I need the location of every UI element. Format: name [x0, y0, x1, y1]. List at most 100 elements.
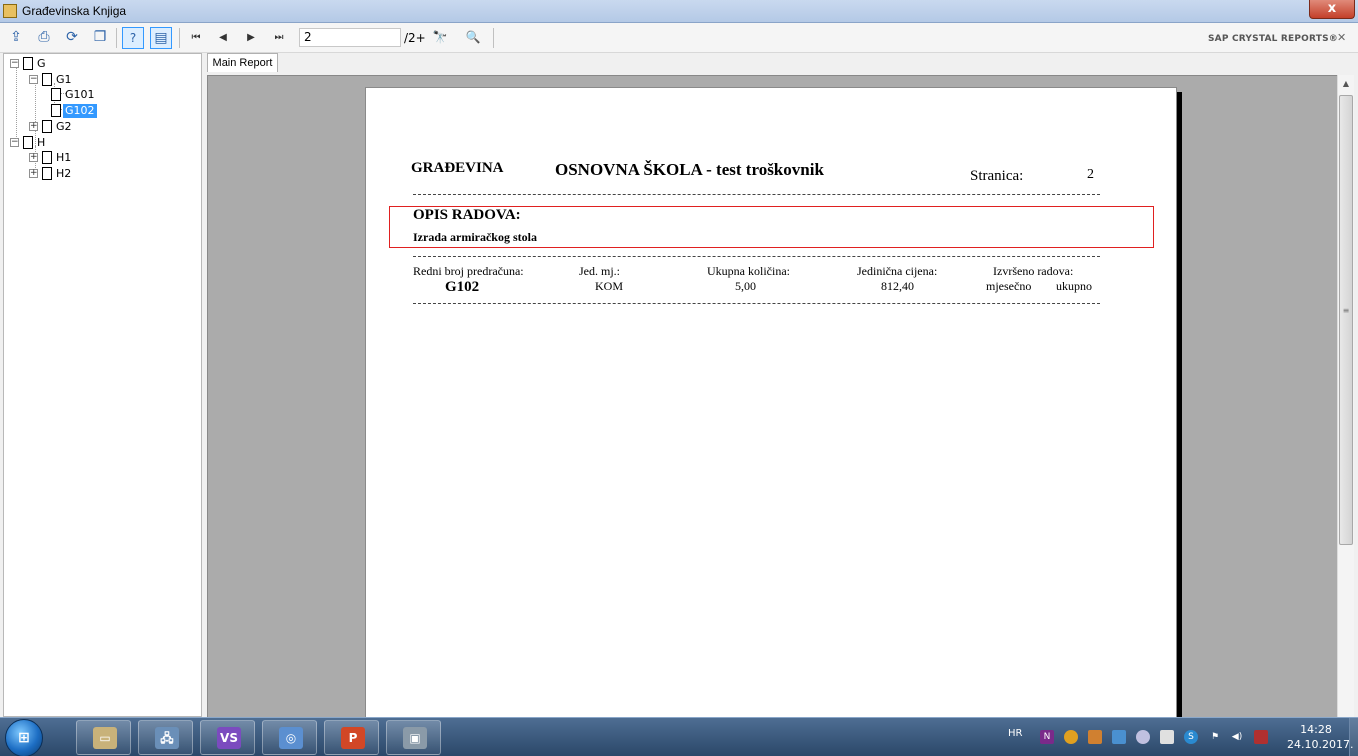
opis-text: Izrada armiračkog stola: [413, 230, 537, 244]
page-number-input[interactable]: 2: [299, 28, 401, 47]
tree-node[interactable]: + G2: [29, 119, 179, 135]
page-total: /2+: [404, 31, 426, 45]
collapse-icon[interactable]: −: [10, 59, 19, 68]
file-explorer-icon: ▭: [93, 727, 117, 749]
row-jedinicna-cijena: 812,40: [881, 279, 914, 293]
print-icon[interactable]: ⎙: [33, 27, 55, 49]
clock-time: 14:28: [1300, 723, 1332, 736]
help-icon[interactable]: ?: [122, 27, 144, 49]
collapse-icon[interactable]: −: [10, 137, 19, 147]
scroll-up-icon[interactable]: ▲: [1340, 78, 1352, 90]
flag-icon[interactable]: ⚑: [1208, 730, 1222, 744]
onenote-tray-icon[interactable]: N: [1040, 730, 1054, 744]
document-icon: [42, 72, 52, 86]
toolbar: ⇪ ⎙ ⟳ ❐ ? ▤ ⏮ ◀ ▶ ⏭ 2 /2+ 🔭 🔍 SAP CRYSTA…: [0, 23, 1358, 53]
media-app-taskbar[interactable]: ◎: [262, 720, 317, 755]
group-tree-icon[interactable]: ▤: [150, 27, 172, 49]
refresh-icon[interactable]: ⟳: [61, 27, 83, 49]
document-icon: [23, 135, 33, 149]
divider: [413, 194, 1100, 195]
tree-node-label[interactable]: G: [35, 57, 48, 71]
clock[interactable]: 14:28 24.10.2017.: [1287, 722, 1354, 752]
row-redni-broj: G102: [445, 279, 480, 295]
powerpoint-icon: P: [341, 727, 365, 749]
dropbox-tray-icon[interactable]: [1112, 730, 1126, 744]
tree-node-label[interactable]: H2: [54, 167, 73, 181]
tree-node-label[interactable]: G1: [54, 73, 74, 87]
start-button[interactable]: ⊞: [5, 719, 43, 756]
document-icon: [42, 119, 52, 133]
tray-icon[interactable]: [1254, 730, 1268, 744]
tree-node-label[interactable]: H: [35, 136, 47, 150]
file-explorer-taskbar[interactable]: ▭: [76, 720, 131, 755]
tray-icon[interactable]: [1136, 730, 1150, 744]
network-taskbar[interactable]: 🖧: [138, 720, 193, 755]
expand-icon[interactable]: +: [29, 121, 38, 131]
document-icon: [23, 57, 33, 70]
document-icon: [42, 166, 52, 180]
tree-node[interactable]: + H1: [29, 151, 179, 166]
document-icon: [42, 151, 52, 165]
tree-node[interactable]: G102: [48, 104, 198, 119]
collapse-icon[interactable]: −: [29, 74, 38, 84]
crystal-app-icon: ▣: [403, 727, 427, 749]
clock-date: 24.10.2017.: [1287, 738, 1354, 751]
title-bar: Građevinska Knjiga: [0, 0, 1358, 23]
visual-studio-icon: VS: [217, 727, 241, 749]
tray-icon[interactable]: [1088, 730, 1102, 744]
tree-node[interactable]: − H: [10, 135, 160, 151]
zoom-icon[interactable]: 🔍: [457, 27, 489, 49]
visual-studio-taskbar[interactable]: VS: [200, 720, 255, 755]
document-icon: [51, 88, 61, 102]
tree-node[interactable]: − G: [10, 57, 160, 72]
tree-node-label[interactable]: H1: [54, 151, 73, 165]
divider: [413, 256, 1100, 257]
tree-node[interactable]: G101: [48, 88, 198, 103]
first-page-icon[interactable]: ⏮: [185, 27, 207, 49]
skype-tray-icon[interactable]: S: [1184, 730, 1198, 744]
tray-icon[interactable]: [1064, 730, 1078, 744]
vertical-scrollbar[interactable]: ▲ ≡: [1337, 75, 1354, 718]
report-page: GRAĐEVINA OSNOVNA ŠKOLA - test troškovni…: [365, 87, 1177, 727]
tree-node-label[interactable]: G102: [63, 104, 97, 119]
column-jedinicna-cijena: Jedinična cijena:: [857, 264, 938, 278]
column-ukupno: ukupno: [1056, 279, 1092, 293]
app-icon: [3, 4, 17, 18]
opis-heading: OPIS RADOVA:: [413, 207, 521, 223]
network-tray-icon[interactable]: [1160, 730, 1174, 744]
row-jed-mj: KOM: [595, 279, 624, 293]
column-izvrseno: Izvršeno radova:: [993, 264, 1074, 278]
toolbar-separator: [116, 28, 117, 48]
tab-strip: [206, 53, 1354, 73]
volume-icon[interactable]: ◀): [1230, 730, 1244, 744]
column-mjesecno: mjesečno: [986, 279, 1032, 293]
show-desktop-button[interactable]: [1349, 718, 1358, 756]
prev-page-icon[interactable]: ◀: [212, 27, 234, 49]
expand-icon[interactable]: +: [29, 153, 38, 163]
scroll-thumb[interactable]: ≡: [1339, 95, 1353, 545]
tree-node-label[interactable]: G101: [63, 88, 97, 102]
next-page-icon[interactable]: ▶: [240, 27, 262, 49]
media-app-icon: ◎: [279, 727, 303, 749]
tree-node-label[interactable]: G2: [54, 120, 74, 134]
powerpoint-taskbar[interactable]: P: [324, 720, 379, 755]
language-indicator[interactable]: HR: [1008, 728, 1022, 739]
close-button[interactable]: x: [1309, 0, 1355, 19]
divider: [413, 303, 1100, 304]
tree-node[interactable]: − G1: [29, 72, 179, 88]
expand-icon[interactable]: +: [29, 168, 38, 178]
close-icon[interactable]: ✕: [1337, 31, 1346, 44]
network-icon: 🖧: [155, 727, 179, 749]
export-icon[interactable]: ⇪: [5, 27, 27, 49]
copy-icon[interactable]: ❐: [89, 27, 111, 49]
toolbar-separator: [493, 28, 494, 48]
crystal-app-taskbar[interactable]: ▣: [386, 720, 441, 755]
column-jed-mj: Jed. mj.:: [579, 264, 620, 278]
find-icon[interactable]: 🔭: [429, 27, 451, 49]
page-number: 2: [1087, 167, 1094, 182]
row-ukupna-kolicina: 5,00: [735, 279, 756, 293]
tree-node[interactable]: + H2: [29, 166, 179, 182]
tab-main-report[interactable]: Main Report: [207, 53, 278, 72]
last-page-icon[interactable]: ⏭: [268, 27, 290, 49]
group-tree: − G − G1 G101 G102 + G2− H + H1 + H2: [3, 53, 202, 717]
